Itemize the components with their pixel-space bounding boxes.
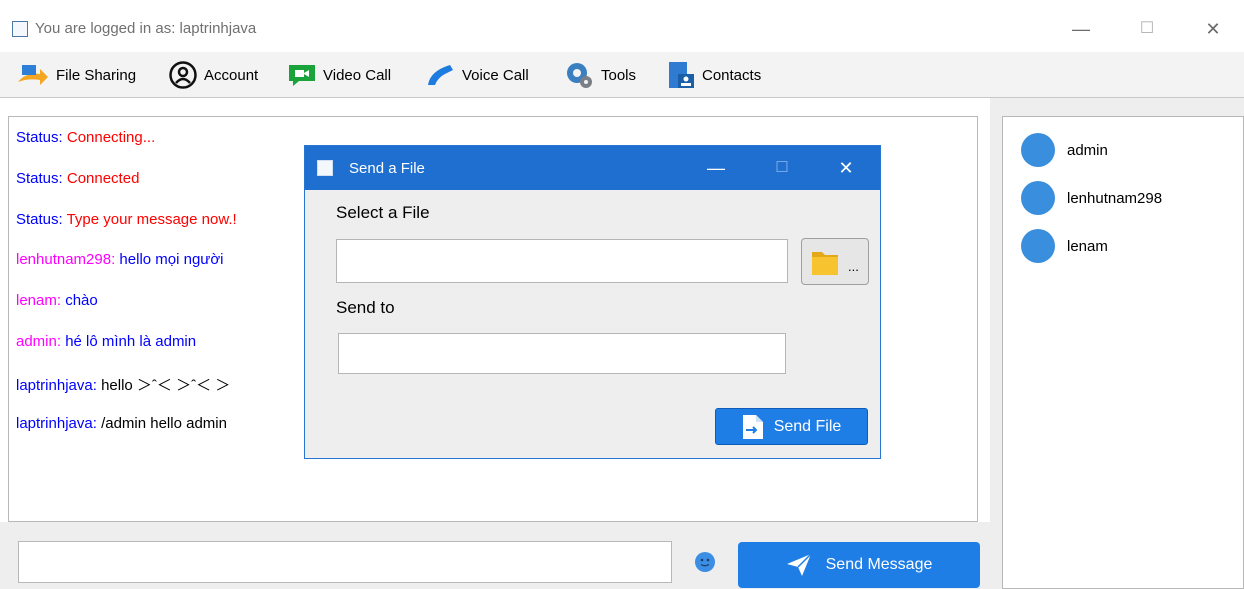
user-item[interactable]: admin (1021, 133, 1108, 167)
user-avatar (1021, 133, 1055, 167)
menu-bar: File Sharing Account Video Call Voice Ca… (0, 52, 1244, 98)
window-title: You are logged in as: laptrinhjava (35, 20, 257, 37)
menu-label: Tools (601, 66, 637, 84)
file-sharing-icon (18, 65, 48, 85)
user-name: admin (1067, 141, 1108, 159)
browse-dots: ... (848, 259, 859, 274)
menu-label: Voice Call (462, 66, 529, 84)
send-message-button[interactable]: Send Message (738, 542, 980, 588)
file-path-input[interactable] (336, 239, 788, 283)
menu-label: Account (204, 66, 259, 84)
chat-message: Status: Connecting... (16, 129, 155, 146)
chat-message: admin: hé lô mình là admin (16, 333, 196, 350)
menu-voice-call[interactable]: Voice Call (424, 62, 529, 88)
dialog-titlebar: Send a File — ☐ ✕ (305, 146, 880, 190)
send-to-label: Send to (336, 298, 395, 317)
menu-tools[interactable]: Tools (561, 62, 636, 88)
message-prefix: laptrinhjava: (16, 415, 102, 432)
menu-video-call[interactable]: Video Call (287, 62, 391, 88)
send-file-label: Send File (773, 417, 842, 435)
message-text: Connecting... (66, 129, 156, 146)
maximize-button[interactable]: ☐ (1132, 14, 1162, 44)
java-app-icon (317, 160, 333, 176)
message-text: chào (65, 292, 98, 309)
dialog-title: Send a File (349, 160, 425, 177)
file-send-icon (742, 414, 763, 439)
dialog-close-button[interactable]: ✕ (831, 154, 861, 182)
send-message-label: Send Message (825, 556, 933, 573)
menu-contacts[interactable]: Contacts (666, 62, 761, 88)
message-text: Connected (66, 170, 140, 187)
paper-plane-icon (786, 553, 812, 576)
gear-icon (567, 63, 592, 88)
account-icon (169, 61, 197, 89)
message-prefix: lenhutnam298: (16, 251, 120, 268)
message-text: hé lô mình là admin (65, 333, 197, 350)
user-item[interactable]: lenam (1021, 229, 1108, 263)
chat-message: Status: Connected (16, 170, 139, 187)
message-text: Type your message now.! (66, 211, 237, 228)
select-file-label: Select a File (336, 203, 430, 222)
online-users-list: admin lenhutnam298 lenam (1002, 116, 1244, 589)
window-titlebar: You are logged in as: laptrinhjava — ☐ ✕ (0, 0, 1244, 52)
user-avatar (1021, 229, 1055, 263)
menu-label: File Sharing (56, 66, 137, 84)
send-file-button[interactable]: Send File (715, 408, 868, 445)
user-avatar (1021, 181, 1055, 215)
message-text: /admin hello admin (101, 415, 227, 432)
user-name: lenhutnam298 (1067, 189, 1163, 207)
video-call-icon (289, 65, 315, 86)
dialog-maximize-button[interactable]: ☐ (767, 154, 797, 182)
menu-label: Video Call (323, 66, 392, 84)
user-item[interactable]: lenhutnam298 (1021, 181, 1162, 215)
chat-message: laptrinhjava: /admin hello admin (16, 415, 227, 432)
close-button[interactable]: ✕ (1198, 14, 1228, 44)
message-text: hello mọi người (119, 251, 224, 268)
message-prefix: Status: (16, 170, 67, 187)
contacts-icon (669, 62, 694, 88)
send-file-dialog: Send a File — ☐ ✕ Select a File ... Send… (304, 145, 881, 459)
message-input[interactable] (18, 541, 672, 583)
minimize-button[interactable]: — (1066, 14, 1096, 44)
menu-account[interactable]: Account (168, 61, 259, 89)
message-prefix: Status: (16, 129, 67, 146)
chat-message: lenam: chào (16, 292, 98, 309)
java-app-icon (12, 21, 28, 37)
menu-file-sharing[interactable]: File Sharing (16, 62, 136, 88)
menu-label: Contacts (702, 66, 762, 84)
chat-message: Status: Type your message now.! (16, 211, 237, 228)
message-prefix: admin: (16, 333, 66, 350)
voice-call-icon (428, 65, 453, 85)
chat-message: lenhutnam298: hello mọi người (16, 251, 224, 268)
dialog-minimize-button[interactable]: — (701, 154, 731, 182)
send-to-input[interactable] (338, 333, 786, 374)
message-prefix: laptrinhjava: (16, 377, 102, 394)
message-prefix: lenam: (16, 292, 66, 309)
message-text: hello ＞ˆ＜ ＞ˆ＜ ＞ (101, 377, 231, 394)
user-name: lenam (1067, 237, 1108, 255)
message-prefix: Status: (16, 211, 67, 228)
chat-message: laptrinhjava: hello ＞ˆ＜ ＞ˆ＜ ＞ (16, 374, 230, 395)
browse-file-button[interactable]: ... (801, 238, 869, 285)
emoji-icon[interactable] (695, 552, 715, 572)
